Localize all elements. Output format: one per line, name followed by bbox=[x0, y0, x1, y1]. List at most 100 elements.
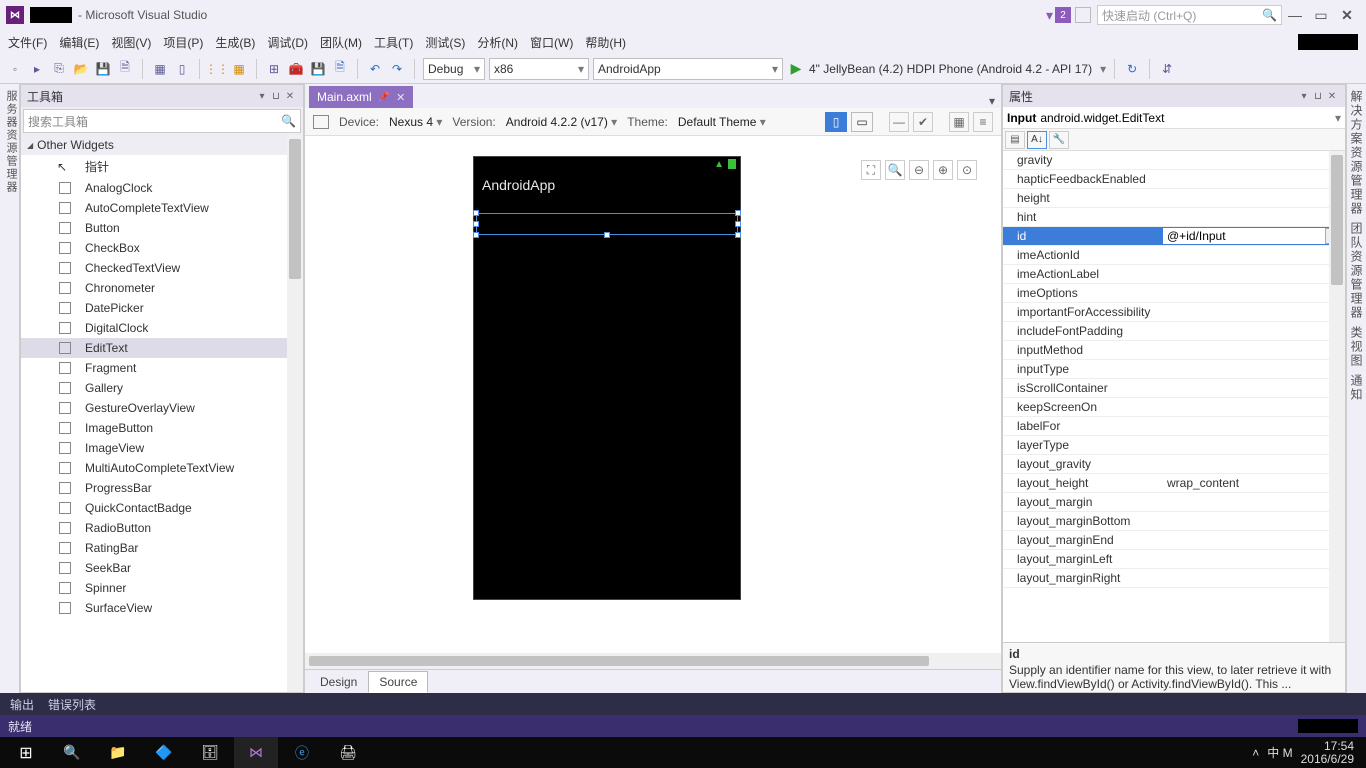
properties-scrollbar[interactable] bbox=[1329, 151, 1345, 642]
refresh-icon[interactable]: ↻ bbox=[1123, 60, 1141, 78]
feedback-icon[interactable] bbox=[1075, 7, 1091, 23]
property-row[interactable]: layout_heightwrap_content bbox=[1003, 474, 1345, 493]
dots-icon[interactable]: ⋮⋮ bbox=[208, 60, 226, 78]
saveall-blue-icon[interactable]: 🗎 bbox=[331, 60, 349, 78]
property-row[interactable]: layout_marginEnd bbox=[1003, 531, 1345, 550]
toolbox-item[interactable]: ImageButton bbox=[21, 418, 303, 438]
toolbox-item[interactable]: SeekBar bbox=[21, 558, 303, 578]
redo-icon[interactable]: ↷ bbox=[388, 60, 406, 78]
notification-badge[interactable]: 2 bbox=[1055, 7, 1071, 23]
menu-build[interactable]: 生成(B) bbox=[215, 34, 255, 51]
toolbox-item[interactable]: Gallery bbox=[21, 378, 303, 398]
list-toggle-button[interactable]: ≡ bbox=[973, 112, 993, 132]
panel-pin-icon[interactable]: ⊔ bbox=[269, 91, 283, 102]
fit-button[interactable]: ⛶ bbox=[861, 160, 881, 180]
menu-help[interactable]: 帮助(H) bbox=[585, 34, 626, 51]
menu-debug[interactable]: 调试(D) bbox=[267, 34, 308, 51]
property-row[interactable]: imeOptions bbox=[1003, 284, 1345, 303]
zoom-reset-button[interactable]: 🔍 bbox=[885, 160, 905, 180]
menu-window[interactable]: 窗口(W) bbox=[530, 34, 573, 51]
toolbox-item[interactable]: Chronometer bbox=[21, 278, 303, 298]
toolbox-search-input[interactable]: 搜索工具箱 🔍 bbox=[23, 109, 301, 133]
property-row[interactable]: layerType bbox=[1003, 436, 1345, 455]
close-button[interactable]: ✕ bbox=[1334, 7, 1360, 24]
clock[interactable]: 17:54 2016/6/29 bbox=[1301, 740, 1354, 766]
menu-project[interactable]: 项目(P) bbox=[163, 34, 203, 51]
toolbox-item[interactable]: QuickContactBadge bbox=[21, 498, 303, 518]
selected-edittext[interactable] bbox=[476, 213, 738, 235]
property-row[interactable]: hapticFeedbackEnabled bbox=[1003, 170, 1345, 189]
property-row[interactable]: id@+id/Input… bbox=[1003, 227, 1345, 246]
property-row[interactable]: layout_margin bbox=[1003, 493, 1345, 512]
rail-team-explorer[interactable]: 团队资源管理器 bbox=[1348, 220, 1365, 322]
grid-icon[interactable]: ▦ bbox=[230, 60, 248, 78]
property-row[interactable]: importantForAccessibility bbox=[1003, 303, 1345, 322]
menu-view[interactable]: 视图(V) bbox=[111, 34, 151, 51]
property-row[interactable]: layout_gravity bbox=[1003, 455, 1345, 474]
rail-solution-explorer[interactable]: 解决方案资源管理器 bbox=[1348, 88, 1365, 218]
toolbox-item[interactable]: EditText bbox=[21, 338, 303, 358]
project-combo[interactable]: AndroidApp bbox=[593, 58, 783, 80]
landscape-button[interactable]: ▭ bbox=[851, 112, 873, 132]
open-icon[interactable]: 📂 bbox=[72, 60, 90, 78]
property-row[interactable]: includeFontPadding bbox=[1003, 322, 1345, 341]
undo-icon[interactable]: ↶ bbox=[366, 60, 384, 78]
properties-object-combo[interactable]: Input android.widget.EditText ▾ bbox=[1003, 107, 1345, 129]
property-row[interactable]: height bbox=[1003, 189, 1345, 208]
explorer-icon[interactable]: 📁 bbox=[96, 737, 140, 768]
toolbox-item[interactable]: RatingBar bbox=[21, 538, 303, 558]
tab-close-icon[interactable]: ✕ bbox=[396, 91, 405, 104]
property-row[interactable]: inputType bbox=[1003, 360, 1345, 379]
categorized-button[interactable]: ▤ bbox=[1005, 131, 1025, 149]
overflow-icon[interactable]: ⇵ bbox=[1158, 60, 1176, 78]
visual-studio-icon[interactable]: ⋈ bbox=[234, 737, 278, 768]
platform-combo[interactable]: x86 bbox=[489, 58, 589, 80]
property-row[interactable]: hint bbox=[1003, 208, 1345, 227]
run-button[interactable]: ▶ 4" JellyBean (4.2) HDPI Phone (Android… bbox=[787, 60, 1106, 78]
left-rail-tab[interactable]: 服务器资源管理器 bbox=[0, 84, 20, 693]
toolbox-item[interactable]: CheckedTextView bbox=[21, 258, 303, 278]
tab-source[interactable]: Source bbox=[368, 671, 428, 693]
toolbox-item[interactable]: AutoCompleteTextView bbox=[21, 198, 303, 218]
property-row[interactable]: layout_marginLeft bbox=[1003, 550, 1345, 569]
toolbox-item[interactable]: RadioButton bbox=[21, 518, 303, 538]
flag-icon[interactable]: ▾ bbox=[1046, 7, 1053, 24]
property-row[interactable]: inputMethod bbox=[1003, 341, 1345, 360]
toolbox-item[interactable]: GestureOverlayView bbox=[21, 398, 303, 418]
design-surface[interactable]: ▲ AndroidApp ⛶ 🔍 ⊖ ⊕ ⊙ bbox=[305, 136, 1001, 653]
property-row[interactable]: layout_marginRight bbox=[1003, 569, 1345, 588]
toolbox-item[interactable]: SurfaceView bbox=[21, 598, 303, 618]
minus-button[interactable]: — bbox=[889, 112, 909, 132]
toolbox-pointer[interactable]: 指针 bbox=[21, 155, 303, 178]
toolbox-item[interactable]: MultiAutoCompleteTextView bbox=[21, 458, 303, 478]
editor-h-scrollbar[interactable] bbox=[305, 653, 1001, 669]
toolbox-icon[interactable]: 🧰 bbox=[287, 60, 305, 78]
tab-overflow-icon[interactable]: ▾ bbox=[983, 94, 1001, 108]
panel-pin-icon[interactable]: ⊔ bbox=[1311, 91, 1325, 102]
minimize-button[interactable]: — bbox=[1282, 7, 1308, 23]
tray-chevron-icon[interactable]: ˄ bbox=[1252, 746, 1259, 760]
layout-icon[interactable]: ▦ bbox=[151, 60, 169, 78]
toolbox-item[interactable]: Fragment bbox=[21, 358, 303, 378]
version-combo[interactable]: Android 4.2.2 (v17) bbox=[506, 115, 617, 129]
printer-icon[interactable]: 🖨 bbox=[326, 737, 370, 768]
panel-dropdown-icon[interactable]: ▾ bbox=[255, 91, 269, 102]
nav-back-icon[interactable]: ◦ bbox=[6, 60, 24, 78]
theme-combo[interactable]: Default Theme bbox=[678, 115, 766, 129]
save-blue-icon[interactable]: 💾 bbox=[309, 60, 327, 78]
toolbox-item[interactable]: AnalogClock bbox=[21, 178, 303, 198]
config-combo[interactable]: Debug bbox=[423, 58, 485, 80]
ie-icon[interactable]: ⓔ bbox=[280, 737, 324, 768]
tab-output[interactable]: 输出 bbox=[10, 696, 34, 713]
zoom-out-button[interactable]: ⊖ bbox=[909, 160, 929, 180]
property-row[interactable]: isScrollContainer bbox=[1003, 379, 1345, 398]
grid-toggle-button[interactable]: ▦ bbox=[949, 112, 969, 132]
new-file-icon[interactable]: ⎘ bbox=[50, 60, 68, 78]
property-row[interactable]: labelFor bbox=[1003, 417, 1345, 436]
panel-dropdown-icon[interactable]: ▾ bbox=[1297, 91, 1311, 102]
portrait-button[interactable]: ▯ bbox=[825, 112, 847, 132]
property-row[interactable]: imeActionLabel bbox=[1003, 265, 1345, 284]
toolbox-scrollbar[interactable] bbox=[287, 135, 303, 692]
menu-test[interactable]: 测试(S) bbox=[425, 34, 465, 51]
add-item-icon[interactable]: ⊞ bbox=[265, 60, 283, 78]
